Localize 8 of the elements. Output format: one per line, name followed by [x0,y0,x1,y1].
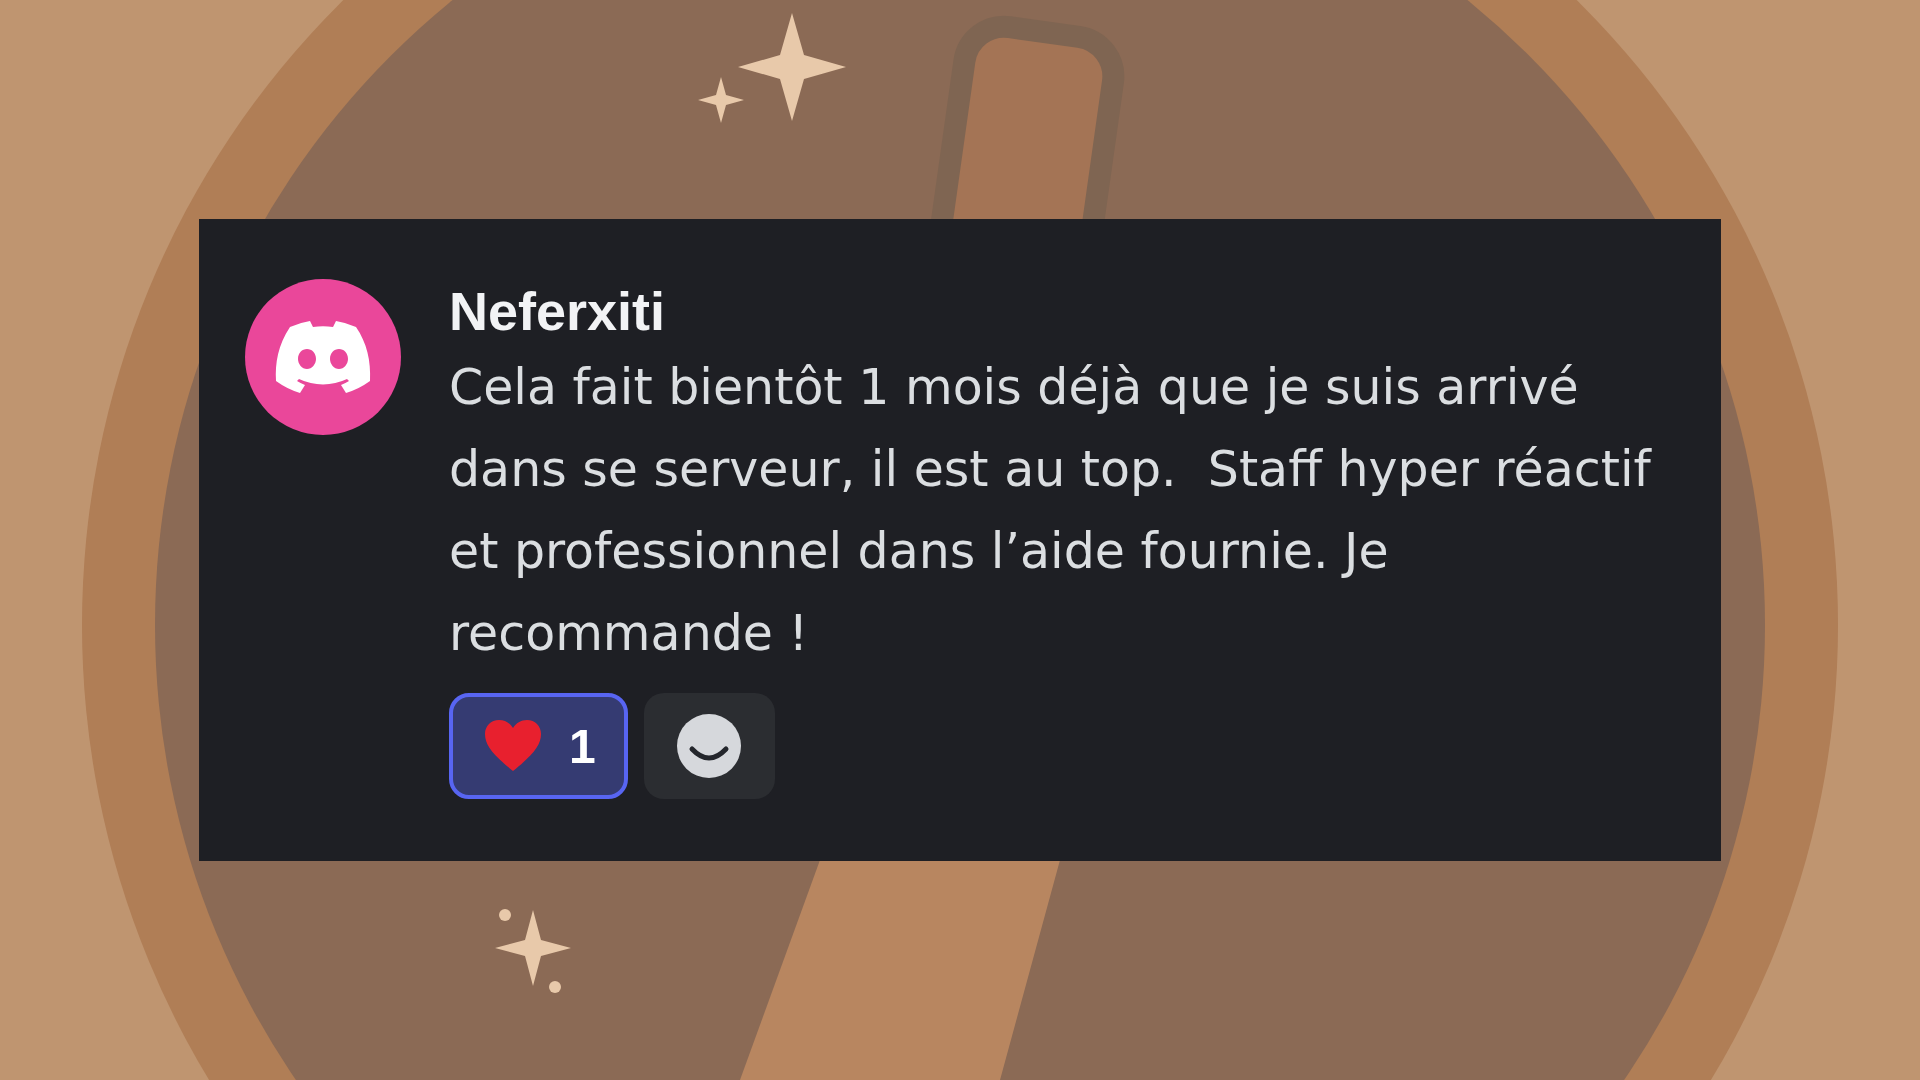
reaction-button[interactable]: 1 [449,693,628,799]
sparkle-icon [495,909,571,993]
message-text: Cela fait bientôt 1 mois déjà que je suis arrivé dans se serveur, il est au top. Staff hyper réactif et professionnel dans l’aide fournie. Je recommande ! [449,358,1653,664]
smiley-icon [676,713,743,779]
username[interactable]: Neferxiti [449,279,666,343]
heart-icon [483,719,543,773]
add-reaction-button[interactable] [643,693,775,799]
game-controller-logo-icon [275,321,371,393]
